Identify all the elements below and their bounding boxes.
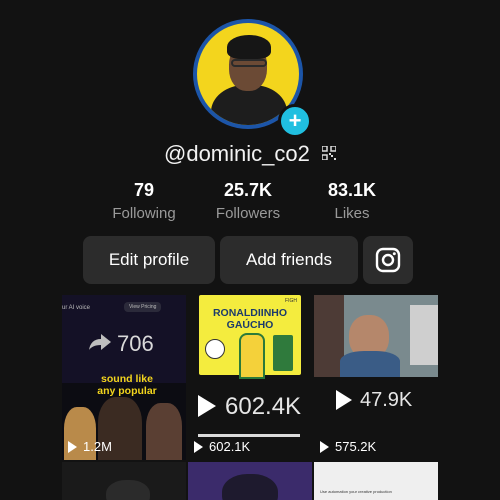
tile3-shirt: [340, 351, 400, 377]
following-count: 79: [133, 180, 155, 200]
tile2-views-text: 602.1K: [209, 439, 251, 454]
avatar-shirt: [211, 85, 287, 125]
edit-profile-button[interactable]: Edit profile: [83, 236, 215, 284]
video-tile-6[interactable]: Use automation your creative production: [314, 462, 438, 500]
tile1-share-count: 706: [117, 331, 154, 356]
instagram-icon: [375, 247, 401, 273]
username-text: @dominic_co2: [164, 141, 310, 166]
share-arrow-icon: [89, 334, 111, 350]
tile2-title-1: RONALDIINHO: [212, 307, 288, 319]
avatar-hair: [227, 35, 271, 59]
tile1-caption: sound like any popular: [97, 373, 157, 397]
tile2-title-2: GAÚCHO: [226, 319, 274, 331]
tile2-badge: FIGH: [285, 298, 297, 304]
tile3-view-count: 575.2K: [320, 439, 376, 454]
likes-count: 83.1K: [327, 180, 377, 200]
play-icon: [68, 440, 77, 453]
video-tile-4[interactable]: [62, 462, 186, 500]
add-story-button[interactable]: +: [278, 104, 312, 138]
video-tile-1[interactable]: ur AI voice View Pricing 706 sound like …: [62, 295, 186, 460]
tile3-window: [410, 305, 438, 365]
video-tile-2[interactable]: RONALDIINHO GAÚCHO FIGH 602.4K 602.1K: [188, 295, 312, 460]
avatar-glasses: [231, 59, 267, 67]
play-icon: [194, 440, 203, 453]
tile2-card-pack: [273, 335, 293, 371]
tile2-card: RONALDIINHO GAÚCHO FIGH: [199, 295, 301, 379]
tile3-views-text: 575.2K: [335, 439, 377, 454]
tile2-progress-bar: [198, 434, 300, 437]
tile1-person-right: [146, 403, 182, 460]
tile2-view-count: 602.1K: [194, 439, 250, 454]
tile1-views-text: 1.2M: [83, 439, 112, 454]
tile3-big-count: 47.9K: [360, 389, 413, 411]
tile4-person: [106, 480, 150, 500]
username-row: @dominic_co2: [0, 141, 500, 167]
followers-stat[interactable]: 25.7K Followers: [188, 180, 308, 222]
likes-stat[interactable]: 83.1K Likes: [292, 180, 412, 222]
play-icon: [336, 390, 352, 410]
play-icon: [320, 440, 329, 453]
following-label: Following: [112, 205, 176, 222]
soccer-ball-icon: [205, 339, 225, 359]
tile2-player-figure: [239, 333, 265, 379]
tile6-caption: Use automation your creative production: [320, 489, 392, 494]
add-friends-button[interactable]: Add friends: [220, 236, 358, 284]
instagram-button[interactable]: [363, 236, 413, 284]
tile5-person: [222, 474, 278, 500]
followers-count: 25.7K: [223, 180, 273, 200]
video-tile-3[interactable]: 47.9K 575.2K: [314, 295, 438, 460]
tile1-badge: View Pricing: [124, 302, 162, 312]
following-stat[interactable]: 79 Following: [84, 180, 204, 222]
tile1-top-text: ur AI voice: [62, 305, 91, 311]
tile2-big-count: 602.4K: [225, 393, 302, 420]
qr-code-icon[interactable]: [321, 146, 336, 160]
play-icon: [198, 395, 216, 417]
video-tile-5[interactable]: [188, 462, 312, 500]
likes-label: Likes: [334, 205, 370, 222]
followers-label: Followers: [215, 205, 281, 222]
tile1-view-count: 1.2M: [68, 439, 112, 454]
